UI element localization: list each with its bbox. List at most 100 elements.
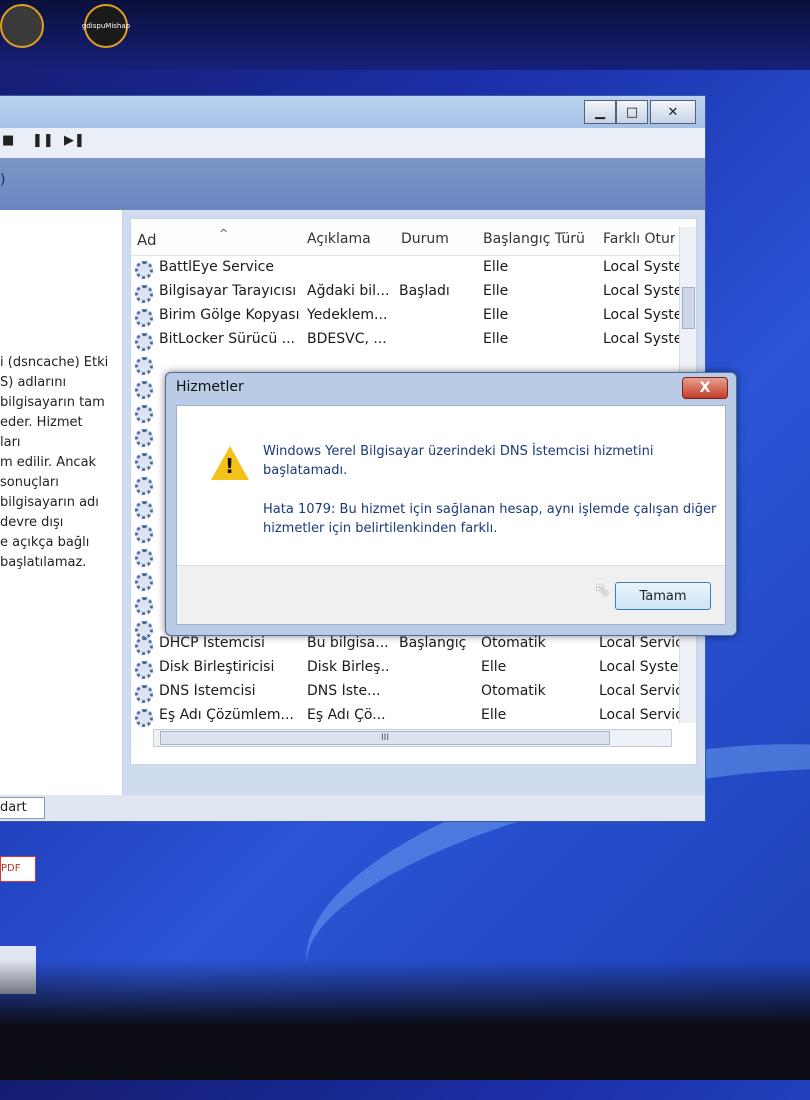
table-row[interactable]: BattlEye Service Elle Local System (131, 259, 696, 282)
error-line: Hata 1079: Bu hizmet için sağlanan hesap… (263, 502, 717, 517)
service-name: BattlEye Service (159, 259, 274, 275)
desktop-top: gdispuMishap (0, 0, 810, 70)
service-logon: Local System (599, 659, 681, 675)
service-name: Birim Gölge Kopyası (159, 307, 300, 323)
description-line: e açıkça bağlı (0, 535, 90, 550)
desktop-icon[interactable] (0, 0, 54, 56)
service-gear-icon (135, 453, 153, 471)
description-line: i (dsncache) Etki (0, 355, 109, 370)
column-header-name[interactable]: Ad ^ (137, 227, 228, 249)
service-startup: Otomatik (481, 683, 546, 699)
table-row[interactable]: Eş Adı Çözümlem... Eş Adı Çö... Elle Loc… (131, 707, 696, 730)
service-gear-icon (135, 501, 153, 519)
description-line: bilgisayarın tam (0, 395, 105, 410)
stop-icon[interactable]: ■ (2, 133, 22, 151)
table-row[interactable]: Birim Gölge Kopyası Yedeklem... Elle Loc… (131, 307, 696, 330)
tab-standard[interactable]: dart (0, 797, 45, 819)
service-gear-icon (135, 549, 153, 567)
service-desc: DNS İste... (307, 683, 381, 699)
close-button[interactable]: ✕ (650, 100, 696, 124)
dialog-title: Hizmetler (176, 379, 244, 395)
service-gear-icon (135, 405, 153, 423)
description-line: başlatılamaz. (0, 555, 87, 570)
table-row[interactable]: DNS İstemcisi DNS İste... Otomatik Local… (131, 683, 696, 706)
service-gear-icon (135, 685, 153, 703)
navigation-strip: ) (0, 158, 705, 210)
service-logon: Local Service (599, 635, 681, 651)
description-line: m edilir. Ancak (0, 455, 97, 470)
ok-button[interactable]: Tamam (615, 582, 711, 610)
shortcut-label: gdispuMishap (81, 22, 131, 30)
service-desc: Eş Adı Çö... (307, 707, 386, 723)
service-name: DNS İstemcisi (159, 683, 256, 699)
service-gear-icon (135, 309, 153, 327)
service-logon: Local System (603, 331, 679, 347)
dialog-body: ! Windows Yerel Bilgisayar üzerindeki DN… (176, 405, 726, 625)
service-gear-icon (135, 429, 153, 447)
horizontal-scrollbar[interactable]: III (153, 729, 672, 747)
service-name: BitLocker Sürücü ... (159, 331, 295, 347)
service-gear-icon (135, 661, 153, 679)
table-row[interactable]: Disk Birleştiricisi Disk Birleş... Elle … (131, 659, 696, 682)
window-titlebar[interactable]: ▁ □ ✕ (0, 96, 705, 128)
service-gear-icon (135, 597, 153, 615)
error-dialog: Hizmetler X ! Windows Yerel Bilgisayar ü… (165, 372, 737, 636)
service-name: Disk Birleştiricisi (159, 659, 275, 675)
service-startup: Otomatik (481, 635, 546, 651)
service-logon: Local System (603, 283, 679, 299)
column-header-status[interactable]: Durum (401, 231, 449, 247)
service-name: Eş Adı Çözümlem... (159, 707, 294, 723)
service-startup: Elle (481, 659, 507, 675)
shortcut-icon: gdispuMishap (81, 4, 131, 48)
service-startup: Elle (483, 307, 509, 323)
column-headers: Ad ^ Açıklama Durum Başlangıç Türü Farklı… (131, 227, 696, 256)
table-row[interactable]: DHCP İstemcisi Bu bilgisa... Başlangıç O… (131, 635, 696, 658)
service-gear-icon (135, 573, 153, 591)
nav-fragment: ) (0, 172, 6, 188)
desktop-shortcut[interactable]: gdispuMishap (74, 0, 138, 56)
dialog-close-button[interactable]: X (682, 377, 728, 399)
status-bar: dart (0, 795, 705, 821)
service-desc: Bu bilgisa... (307, 635, 389, 651)
service-startup: Elle (483, 259, 509, 275)
service-status: Başlangıç (399, 635, 467, 651)
service-description: i (dsncache) Etki S) adlarını bilgisayar… (0, 353, 122, 573)
service-startup: Elle (483, 331, 509, 347)
service-logon: Local Service (599, 683, 681, 699)
minimize-button[interactable]: ▁ (584, 100, 616, 124)
table-row[interactable]: BitLocker Sürücü ... BDESVC, ... Elle Lo… (131, 331, 696, 354)
service-logon: Local System (603, 307, 679, 323)
scroll-thumb[interactable] (682, 287, 695, 329)
service-gear-icon (135, 477, 153, 495)
error-line: hizmetler için belirtilenkinden farklı. (263, 521, 498, 536)
service-desc: Disk Birleş... (307, 659, 391, 675)
service-gear-icon (135, 381, 153, 399)
pdf-icon[interactable]: PDF (0, 856, 36, 882)
resume-icon[interactable]: ▶❚ (64, 133, 85, 151)
column-header-description[interactable]: Açıklama (307, 231, 371, 247)
service-gear-icon (135, 285, 153, 303)
service-startup: Elle (483, 283, 509, 299)
dialog-footer: Tamam (177, 565, 725, 624)
maximize-button[interactable]: □ (616, 100, 648, 124)
column-header-logon-as[interactable]: Farklı Oturur (603, 231, 675, 247)
service-gear-icon (135, 357, 153, 375)
table-row[interactable]: Bilgisayar Tarayıcısı Ağdaki bil... Başl… (131, 283, 696, 306)
description-line: bilgisayarın adı (0, 495, 99, 510)
service-gear-icon (135, 333, 153, 351)
description-line: devre dışı (0, 515, 64, 530)
service-gear-icon (135, 261, 153, 279)
service-name: DHCP İstemcisi (159, 635, 265, 651)
toolbar: ■ ❚❚ ▶❚ (0, 128, 705, 159)
column-header-startup-type[interactable]: Başlangıç Türü (483, 231, 585, 247)
service-desc: Ağdaki bil... (307, 283, 390, 299)
description-line: ları (0, 435, 21, 450)
message-line: Windows Yerel Bilgisayar üzerindeki DNS … (263, 444, 654, 459)
description-line: S) adlarını (0, 375, 67, 390)
app-icon (0, 4, 44, 48)
description-line: eder. Hizmet (0, 415, 83, 430)
scroll-thumb[interactable]: III (160, 731, 610, 745)
service-logon: Local System (603, 259, 679, 275)
pause-icon[interactable]: ❚❚ (32, 133, 54, 151)
description-line: sonuçları (0, 475, 59, 490)
